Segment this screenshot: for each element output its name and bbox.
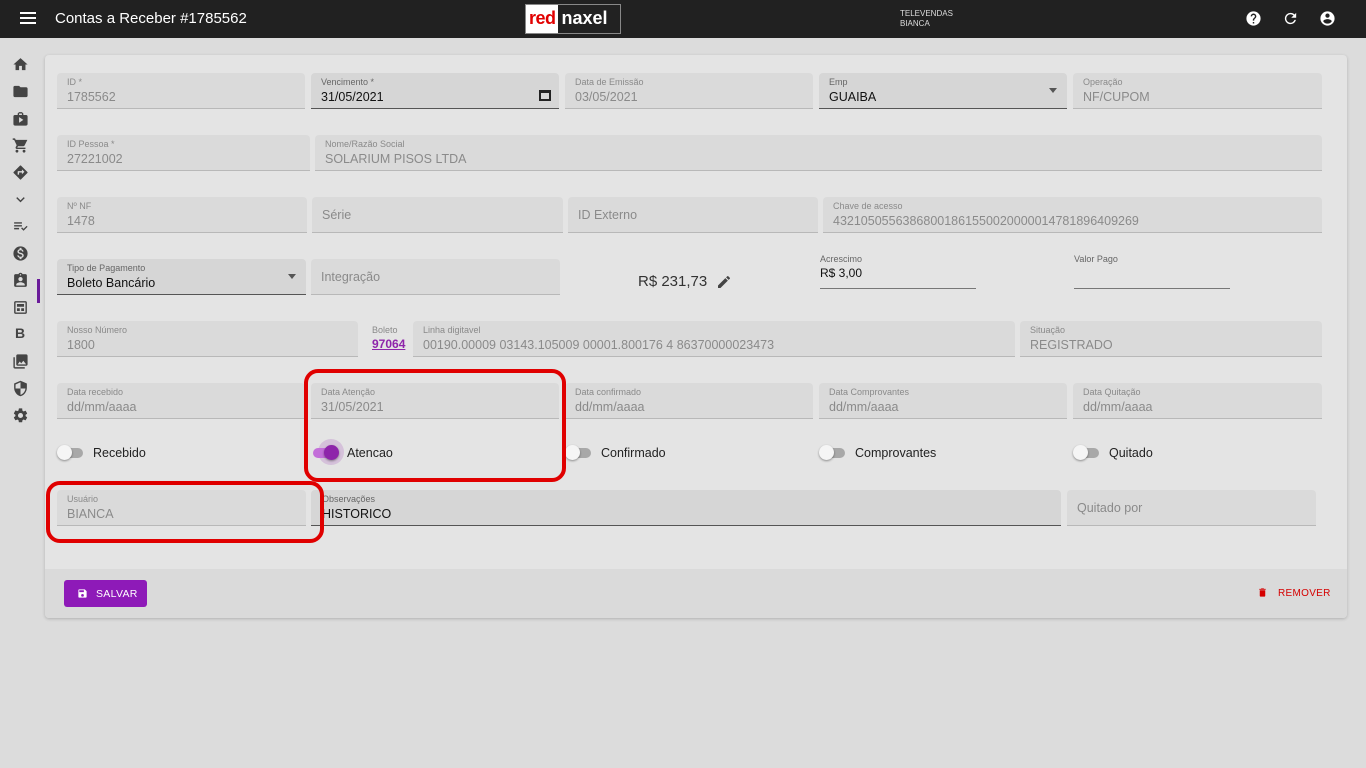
data-confirmado-field[interactable]: Data confirmado dd/mm/aaaa — [565, 383, 813, 419]
serie-field[interactable]: Série — [312, 197, 563, 233]
data-recebido-field[interactable]: Data recebido dd/mm/aaaa — [57, 383, 305, 419]
vencimento-field[interactable]: Vencimento * 31/05/2021 — [311, 73, 559, 109]
sidebar: B — [0, 38, 40, 768]
emp-select[interactable]: Emp GUAIBA — [819, 73, 1067, 109]
company-name: TELEVENDAS — [900, 9, 953, 18]
gear-icon[interactable] — [12, 407, 29, 424]
image-stack-icon[interactable] — [12, 353, 29, 370]
page-title: Contas a Receber #1785562 — [55, 10, 247, 27]
active-indicator — [37, 279, 40, 303]
tipo-pagamento-select[interactable]: Tipo de Pagamento Boleto Bancário — [57, 259, 306, 295]
boleto-link[interactable]: 97064 — [372, 337, 405, 351]
menu-icon[interactable] — [20, 12, 36, 26]
boleto-label: Boleto — [372, 325, 398, 335]
briefcase-icon[interactable] — [12, 110, 29, 127]
cart-icon[interactable] — [12, 137, 29, 154]
home-icon[interactable] — [12, 56, 29, 73]
recebido-toggle[interactable]: Recebido — [57, 444, 177, 464]
logo-naxel: naxel — [561, 8, 608, 28]
top-app-bar: Contas a Receber #1785562 red naxel TELE… — [0, 0, 1366, 38]
data-atencao-field[interactable]: Data Atenção 31/05/2021 — [311, 383, 559, 419]
checklist-icon[interactable] — [12, 218, 29, 235]
data-quitacao-field[interactable]: Data Quitação dd/mm/aaaa — [1073, 383, 1322, 419]
directions-icon[interactable] — [12, 164, 29, 181]
observacoes-field[interactable]: Observações HISTORICO — [311, 490, 1061, 526]
bold-b-icon[interactable]: B — [15, 325, 25, 341]
usuario-field[interactable]: Usuário BIANCA — [57, 490, 306, 526]
nome-field[interactable]: Nome/Razão Social SOLARIUM PISOS LTDA — [315, 135, 1322, 171]
company-info: TELEVENDAS BIANCA — [900, 9, 953, 29]
refresh-icon[interactable] — [1282, 10, 1299, 27]
dollar-icon[interactable] — [12, 245, 29, 262]
quitado-toggle[interactable]: Quitado — [1073, 444, 1193, 464]
chave-acesso-field[interactable]: Chave de acesso 432105055638680018615500… — [823, 197, 1322, 233]
folder-icon[interactable] — [12, 83, 29, 100]
pencil-icon[interactable] — [716, 274, 732, 290]
clipboard-account-icon[interactable] — [12, 272, 29, 289]
save-button-label: SALVAR — [96, 588, 138, 600]
integracao-field[interactable]: Integração — [311, 259, 560, 295]
card-actions — [45, 569, 1347, 618]
nosso-numero-field[interactable]: Nosso Número 1800 — [57, 321, 358, 357]
id-pessoa-field[interactable]: ID Pessoa * 27221002 — [57, 135, 310, 171]
situacao-field[interactable]: Situação REGISTRADO — [1020, 321, 1322, 357]
quitado-por-field[interactable]: Quitado por — [1067, 490, 1316, 526]
confirmado-toggle[interactable]: Confirmado — [565, 444, 695, 464]
user-name: BIANCA — [900, 19, 930, 28]
form-card: ID * 1785562 Vencimento * 31/05/2021 Dat… — [45, 55, 1347, 618]
linha-digitavel-field[interactable]: Linha digitavel 00190.00009 03143.105009… — [413, 321, 1015, 357]
comprovantes-toggle[interactable]: Comprovantes — [819, 444, 959, 464]
id-externo-field[interactable]: ID Externo — [568, 197, 818, 233]
dropdown-arrow-icon — [1049, 88, 1057, 93]
acrescimo-field[interactable]: Acrescimo R$ 3,00 — [820, 254, 976, 289]
operacao-field[interactable]: Operação NF/CUPOM — [1073, 73, 1322, 109]
atencao-toggle[interactable]: Atencao — [311, 439, 431, 465]
nf-field[interactable]: Nº NF 1478 — [57, 197, 307, 233]
chevron-down-icon[interactable] — [12, 191, 29, 208]
valor-amount: R$ 231,73 — [638, 273, 708, 290]
save-icon — [78, 589, 87, 598]
save-button[interactable]: SALVAR — [64, 580, 147, 607]
data-comprovantes-field[interactable]: Data Comprovantes dd/mm/aaaa — [819, 383, 1067, 419]
emissao-field[interactable]: Data de Emissão 03/05/2021 — [565, 73, 813, 109]
valor-pago-field[interactable]: Valor Pago — [1074, 254, 1230, 289]
calendar-icon[interactable] — [539, 90, 551, 101]
logo: red naxel — [525, 4, 621, 34]
trash-icon — [1259, 588, 1266, 597]
help-icon[interactable] — [1245, 10, 1262, 27]
shield-icon[interactable] — [12, 380, 29, 397]
calculator-icon[interactable] — [12, 299, 29, 316]
id-field[interactable]: ID * 1785562 — [57, 73, 305, 109]
account-icon[interactable] — [1319, 10, 1336, 27]
logo-red: red — [526, 5, 558, 33]
dropdown-arrow-icon — [288, 274, 296, 279]
remove-button-label: REMOVER — [1278, 588, 1331, 599]
